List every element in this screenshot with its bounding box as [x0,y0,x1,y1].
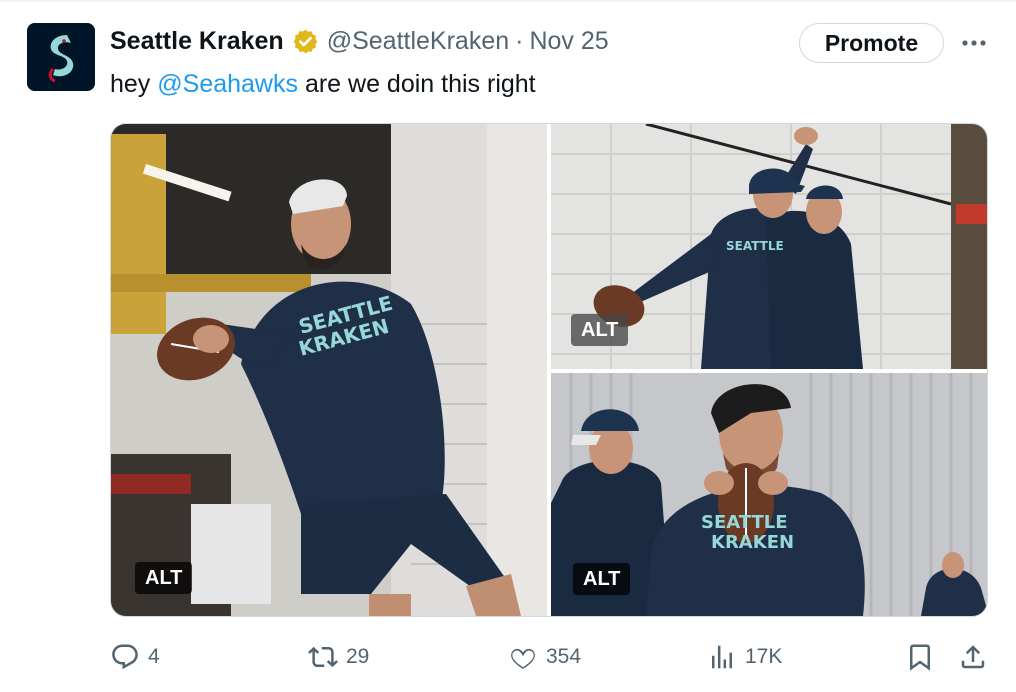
reply-count: 4 [148,645,160,668]
photo-2[interactable]: SEATTLE ALT [551,124,987,369]
alt-badge[interactable]: ALT [135,562,193,594]
tweet-text-after: are we doin this right [298,70,536,98]
media-grid: SEATTLE KRAKEN ALT SEATTLE ALT SEATTLE K… [110,123,988,617]
tweet-text-before: hey [110,70,158,98]
photo-1[interactable]: SEATTLE KRAKEN ALT [111,124,547,616]
repost-button[interactable]: 29 [308,640,369,674]
promote-button[interactable]: Promote [799,23,944,63]
tweet-header: Seattle Kraken @SeattleKraken · Nov 25 [110,24,609,58]
photo-player-throwing: SEATTLE KRAKEN [111,124,547,616]
separator-dot: · [515,26,524,55]
avatar[interactable] [27,23,95,91]
svg-text:SEATTLE: SEATTLE [701,512,788,533]
photo-3[interactable]: SEATTLE KRAKEN ALT [551,373,987,616]
repost-icon [308,646,338,668]
views-button[interactable]: 17K [707,640,782,674]
svg-text:KRAKEN: KRAKEN [711,532,794,553]
more-horizontal-icon [962,40,986,46]
author-handle[interactable]: @SeattleKraken [327,27,509,56]
action-bar: 4 29 354 17K [110,640,990,674]
kraken-logo-icon [27,23,95,91]
alt-badge[interactable]: ALT [571,314,629,346]
share-button[interactable] [958,640,988,674]
repost-count: 29 [346,645,370,668]
views-count: 17K [745,645,783,668]
bookmark-icon [910,644,930,671]
bookmark-button[interactable] [905,640,935,674]
mention-link[interactable]: @Seahawks [157,70,298,98]
tweet-text: hey @Seahawks are we doin this right [110,68,536,100]
like-icon [511,648,535,669]
reply-button[interactable]: 4 [110,640,160,674]
reply-icon [112,644,138,670]
top-divider [0,0,1016,2]
views-icon [712,645,732,669]
more-options-button[interactable] [958,30,990,56]
like-count: 354 [546,645,582,668]
tweet-date[interactable]: Nov 25 [529,27,608,56]
verified-badge-icon[interactable] [292,28,319,55]
like-button[interactable]: 354 [508,640,581,674]
share-icon [961,645,985,669]
svg-text:SEATTLE: SEATTLE [726,239,784,253]
author-name[interactable]: Seattle Kraken [110,27,284,56]
alt-badge[interactable]: ALT [573,563,631,595]
